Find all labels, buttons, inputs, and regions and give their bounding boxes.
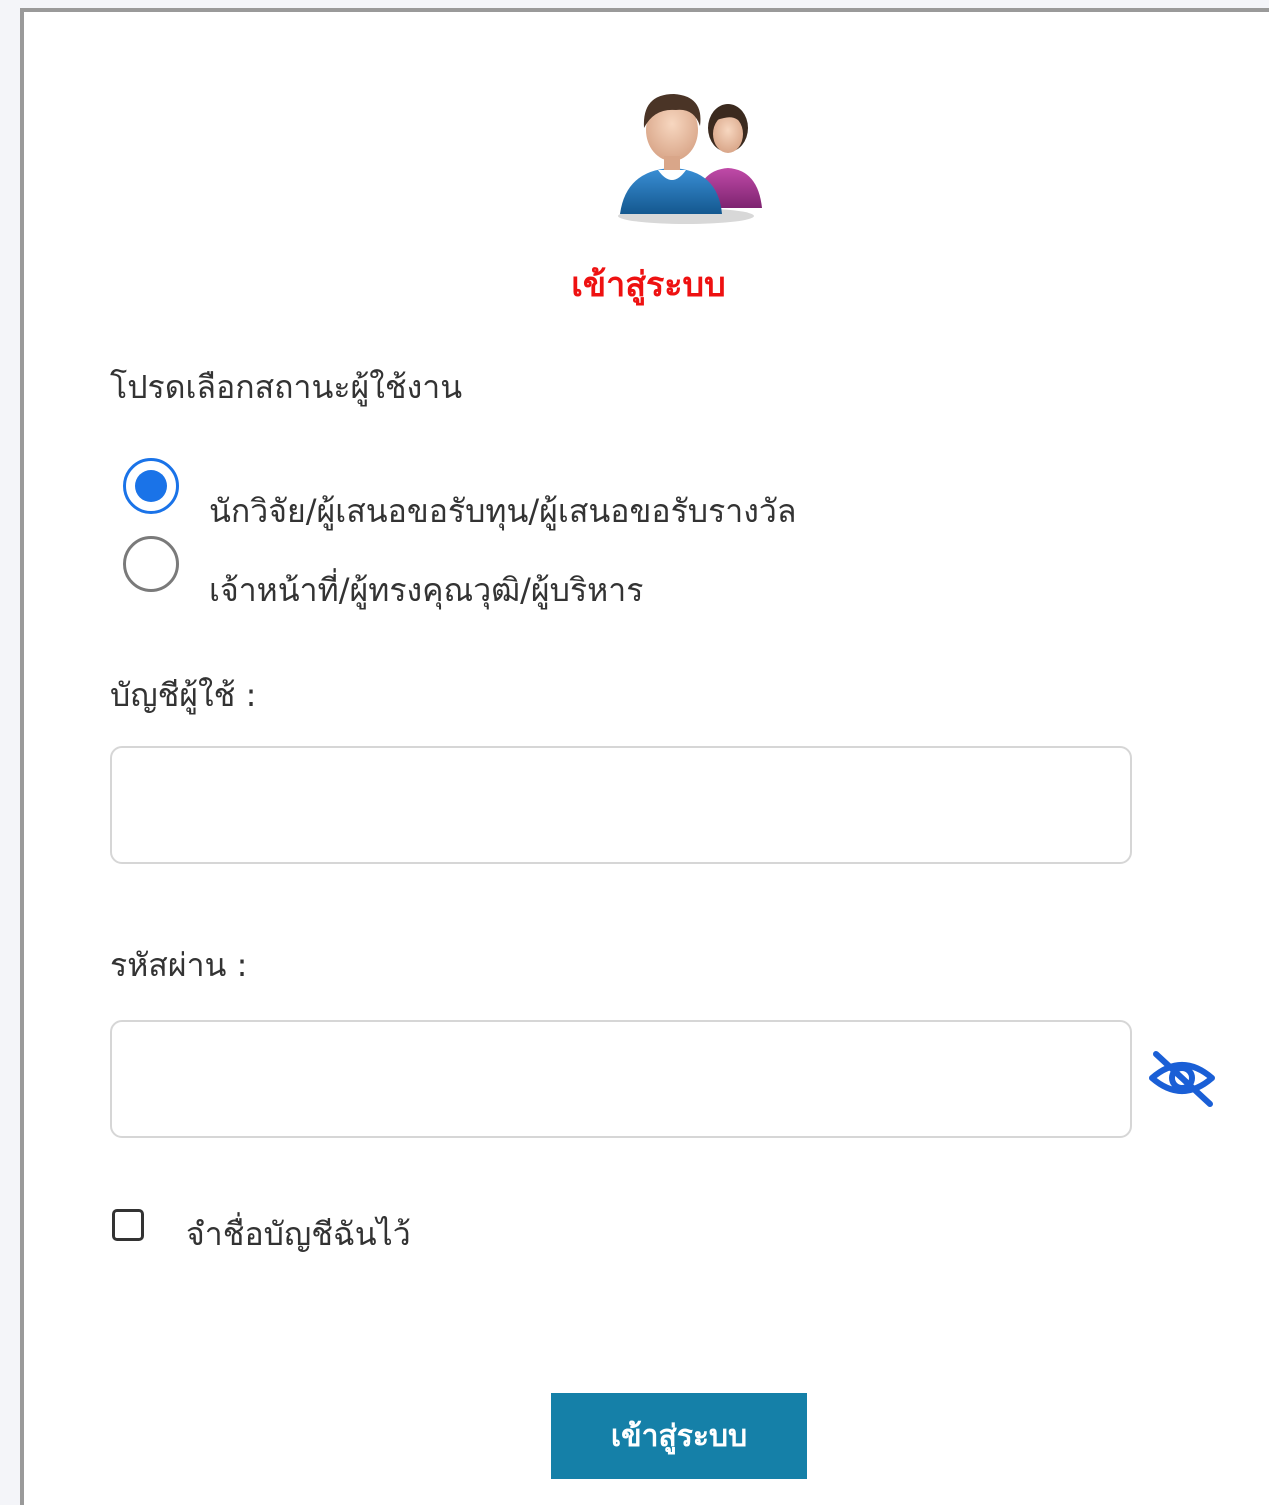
eye-slash-icon[interactable] bbox=[1146, 1048, 1218, 1108]
remember-me-label[interactable]: จำชื่อบัญชีฉันไว้ bbox=[186, 1209, 411, 1260]
radio-role-researcher-label[interactable]: นักวิจัย/ผู้เสนอขอรับทุน/ผู้เสนอขอรับราง… bbox=[209, 486, 796, 537]
remember-me-checkbox[interactable] bbox=[112, 1209, 144, 1241]
username-label: บัญชีผู้ใช้ : bbox=[110, 676, 257, 714]
users-icon bbox=[618, 94, 762, 224]
password-input[interactable] bbox=[110, 1020, 1132, 1138]
login-button[interactable]: เข้าสู่ระบบ bbox=[551, 1393, 807, 1479]
username-input[interactable] bbox=[110, 746, 1132, 864]
page-title: เข้าสู่ระบบ bbox=[571, 265, 726, 305]
radio-role-staff-label[interactable]: เจ้าหน้าที่/ผู้ทรงคุณวุฒิ/ผู้บริหาร bbox=[209, 565, 643, 616]
role-prompt-label: โปรดเลือกสถานะผู้ใช้งาน bbox=[110, 368, 463, 406]
login-panel: เข้าสู่ระบบ โปรดเลือกสถานะผู้ใช้งาน นักว… bbox=[20, 8, 1269, 1505]
radio-role-researcher[interactable] bbox=[123, 458, 179, 514]
password-label: รหัสผ่าน : bbox=[110, 946, 248, 984]
radio-role-staff[interactable] bbox=[123, 536, 179, 592]
